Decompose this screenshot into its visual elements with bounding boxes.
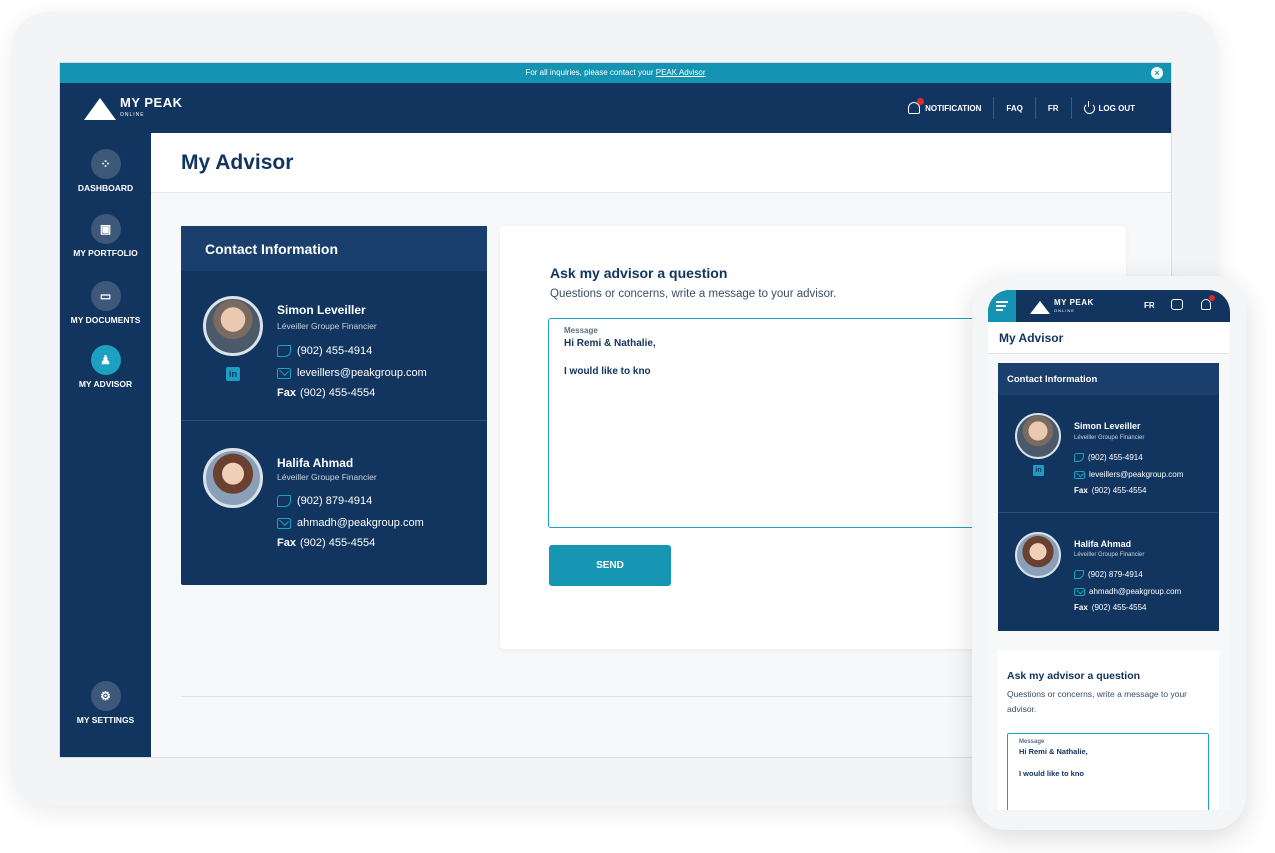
- notification-dot: [1209, 295, 1215, 301]
- advisor-firm: Léveiller Groupe Financier: [1074, 435, 1145, 441]
- sidebar: ⁘ DASHBOARD ▣ MY PORTFOLIO ▭ MY DOCUMENT…: [60, 133, 151, 757]
- advisor-name: Simon Leveiller: [1074, 421, 1141, 431]
- advisor-phone[interactable]: (902) 455-4914: [1074, 453, 1143, 462]
- linkedin-icon[interactable]: in: [1033, 465, 1044, 476]
- advisor-email[interactable]: leveillers@peakgroup.com: [277, 367, 427, 379]
- stage: For all inquiries, please contact your P…: [0, 0, 1275, 853]
- banner-text: For all inquiries, please contact your: [525, 68, 656, 77]
- contact-card: Contact Information in Simon Leveiller L…: [181, 226, 487, 585]
- sidebar-item-documents[interactable]: ▭ MY DOCUMENTS: [60, 281, 151, 325]
- advisor-card: Halifa Ahmad Léveiller Groupe Financier …: [998, 514, 1219, 632]
- notification-dot: [917, 98, 925, 105]
- phone-icon: [277, 495, 291, 507]
- advisor-firm: Léveiller Groupe Financier: [1074, 552, 1145, 558]
- message-field[interactable]: Message Hi Remi & Nathalie, I would like…: [1007, 733, 1209, 810]
- grid-icon: ⁘: [90, 149, 121, 179]
- notification-button[interactable]: NOTIFICATION: [896, 97, 993, 119]
- mail-icon: [1074, 587, 1085, 596]
- message-field[interactable]: Message Hi Remi & Nathalie, I would like…: [548, 318, 988, 528]
- send-button[interactable]: SEND: [549, 545, 671, 586]
- mobile-header: MY PEAK ONLINE FR: [988, 290, 1230, 322]
- advisor-fax: Fax (902) 455-4554: [1074, 603, 1147, 612]
- info-banner: For all inquiries, please contact your P…: [60, 63, 1171, 83]
- contact-card: Contact Information in Simon Leveiller L…: [998, 363, 1219, 631]
- advisor-name: Halifa Ahmad: [277, 456, 354, 470]
- gear-icon: ⚙: [90, 681, 121, 711]
- ask-subtitle: Questions or concerns, write a message t…: [550, 288, 837, 300]
- logo[interactable]: MY PEAK ONLINE: [84, 95, 183, 121]
- language-toggle[interactable]: FR: [1036, 97, 1071, 119]
- top-header: MY PEAK ONLINE NOTIFICATION FAQ FR LOG OU…: [60, 83, 1171, 133]
- sidebar-item-dashboard[interactable]: ⁘ DASHBOARD: [60, 149, 151, 193]
- menu-icon[interactable]: [988, 290, 1016, 322]
- message-label: Message: [564, 326, 598, 335]
- mobile-page-header: My Advisor: [988, 322, 1230, 354]
- ask-title: Ask my advisor a question: [1007, 670, 1141, 682]
- message-label: Message: [1019, 739, 1045, 745]
- advisor-phone[interactable]: (902) 879-4914: [277, 495, 372, 507]
- folder-icon: ▭: [90, 281, 121, 311]
- page-title: My Advisor: [999, 331, 1064, 345]
- advisor-fax: Fax (902) 455-4554: [1074, 486, 1147, 495]
- chat-icon[interactable]: [1171, 299, 1183, 310]
- sidebar-item-portfolio[interactable]: ▣ MY PORTFOLIO: [60, 214, 151, 258]
- close-icon[interactable]: ×: [1151, 67, 1163, 79]
- header-actions: NOTIFICATION FAQ FR LOG OUT: [896, 83, 1147, 133]
- advisor-firm: Léveiller Groupe Financier: [277, 321, 377, 331]
- bell-icon[interactable]: [1201, 295, 1215, 310]
- advisor-name: Halifa Ahmad: [1074, 539, 1132, 549]
- faq-link[interactable]: FAQ: [994, 97, 1034, 119]
- logout-button[interactable]: LOG OUT: [1072, 97, 1147, 119]
- advisor-email[interactable]: ahmadh@peakgroup.com: [1074, 587, 1181, 596]
- avatar: [203, 448, 263, 508]
- advisor-icon: ♟: [90, 345, 121, 375]
- logout-label: LOG OUT: [1098, 103, 1135, 113]
- mail-icon: [1074, 470, 1085, 479]
- mobile-app: MY PEAK ONLINE FR My Advisor Contact Info…: [988, 290, 1230, 810]
- phone-icon: [1074, 453, 1084, 462]
- bell-icon: [908, 98, 925, 114]
- advisor-link[interactable]: PEAK Advisor: [656, 68, 706, 77]
- advisor-email[interactable]: ahmadh@peakgroup.com: [277, 517, 424, 529]
- message-value[interactable]: Hi Remi & Nathalie, I would like to kno: [1019, 746, 1197, 779]
- phone-icon: [1074, 570, 1084, 579]
- ask-title: Ask my advisor a question: [550, 265, 728, 281]
- power-icon: [1083, 100, 1095, 114]
- phone-icon: [277, 345, 291, 357]
- ask-card: Ask my advisor a question Questions or c…: [998, 650, 1219, 810]
- avatar: [1015, 532, 1061, 578]
- mountain-icon: [84, 98, 116, 120]
- contact-title: Contact Information: [998, 363, 1219, 395]
- advisor-card: in Simon Leveiller Léveiller Groupe Fina…: [998, 395, 1219, 513]
- mountain-icon: [1030, 300, 1050, 314]
- advisor-phone[interactable]: (902) 879-4914: [1074, 570, 1143, 579]
- mail-icon: [277, 367, 291, 379]
- avatar: [1015, 413, 1061, 459]
- sidebar-item-settings[interactable]: ⚙ MY SETTINGS: [60, 681, 151, 725]
- contact-title: Contact Information: [181, 226, 487, 271]
- ask-subtitle: Questions or concerns, write a message t…: [1007, 689, 1187, 714]
- wallet-icon: ▣: [90, 214, 121, 244]
- logo-text: MY PEAK ONLINE: [120, 95, 183, 118]
- logo[interactable]: MY PEAK ONLINE: [1030, 299, 1094, 315]
- advisor-fax: Fax (902) 455-4554: [277, 537, 376, 549]
- phone-frame: MY PEAK ONLINE FR My Advisor Contact Info…: [972, 276, 1246, 830]
- message-value[interactable]: Hi Remi & Nathalie, I would like to kno: [564, 337, 972, 379]
- advisor-email[interactable]: leveillers@peakgroup.com: [1074, 470, 1183, 479]
- page-header: My Advisor: [151, 133, 1171, 193]
- notification-label: NOTIFICATION: [925, 103, 982, 113]
- advisor-phone[interactable]: (902) 455-4914: [277, 345, 372, 357]
- advisor-firm: Léveiller Groupe Financier: [277, 472, 377, 482]
- mail-icon: [277, 517, 291, 529]
- sidebar-item-advisor[interactable]: ♟ MY ADVISOR: [60, 345, 151, 389]
- linkedin-icon[interactable]: in: [226, 367, 240, 381]
- avatar: [203, 296, 263, 356]
- logo-text: MY PEAK ONLINE: [1054, 298, 1094, 314]
- advisor-card: in Simon Leveiller Léveiller Groupe Fina…: [181, 271, 487, 421]
- advisor-fax: Fax (902) 455-4554: [277, 387, 376, 399]
- language-toggle[interactable]: FR: [1144, 301, 1155, 310]
- page-title: My Advisor: [181, 151, 294, 174]
- advisor-name: Simon Leveiller: [277, 303, 366, 317]
- advisor-card: Halifa Ahmad Léveiller Groupe Financier …: [181, 426, 487, 576]
